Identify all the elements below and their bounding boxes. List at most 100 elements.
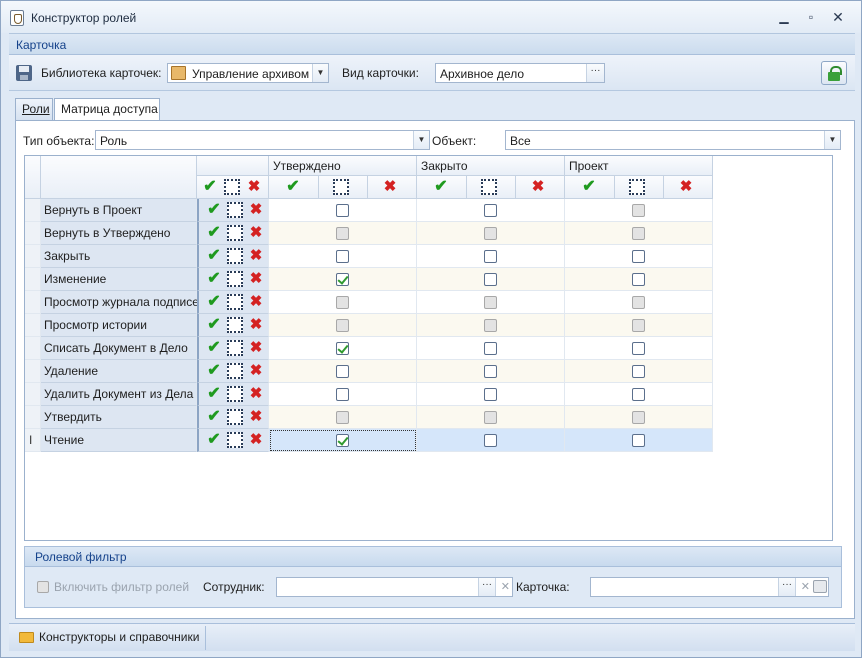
empty-square-icon[interactable]: [629, 179, 645, 195]
object-type-combo[interactable]: Роль ▼: [95, 130, 430, 150]
permission-checkbox[interactable]: [632, 273, 645, 286]
enable-filter-checkbox[interactable]: [37, 581, 49, 593]
permission-checkbox[interactable]: [336, 227, 349, 240]
cross-icon[interactable]: ✖: [247, 224, 265, 242]
clear-icon[interactable]: ✕: [501, 580, 510, 593]
open-card-icon[interactable]: [813, 580, 827, 593]
permission-checkbox[interactable]: [632, 319, 645, 332]
cross-icon[interactable]: ✖: [677, 178, 695, 196]
lock-button[interactable]: [821, 61, 847, 85]
permission-checkbox[interactable]: [484, 365, 497, 378]
permission-checkbox[interactable]: [484, 411, 497, 424]
empty-square-icon[interactable]: [227, 340, 243, 356]
tab-access-matrix[interactable]: Матрица доступа: [54, 98, 160, 121]
empty-square-icon[interactable]: [333, 179, 349, 195]
check-icon[interactable]: ✔: [201, 178, 219, 196]
permission-checkbox[interactable]: [632, 342, 645, 355]
row-name-cell[interactable]: Просмотр истории: [41, 314, 197, 337]
clear-icon[interactable]: ✕: [801, 580, 810, 593]
chevron-down-icon[interactable]: ▼: [413, 131, 429, 149]
cross-icon[interactable]: ✖: [247, 362, 265, 380]
permission-checkbox[interactable]: [336, 411, 349, 424]
permission-checkbox[interactable]: [632, 296, 645, 309]
row-name-cell[interactable]: Удалить Документ из Дела: [41, 383, 197, 406]
permission-checkbox[interactable]: [336, 250, 349, 263]
check-icon[interactable]: ✔: [205, 431, 223, 449]
empty-square-icon[interactable]: [227, 271, 243, 287]
cross-icon[interactable]: ✖: [247, 431, 265, 449]
permission-checkbox[interactable]: [336, 273, 349, 286]
cross-icon[interactable]: ✖: [247, 201, 265, 219]
permission-checkbox[interactable]: [632, 388, 645, 401]
empty-square-icon[interactable]: [227, 409, 243, 425]
check-icon[interactable]: ✔: [580, 178, 598, 196]
permission-checkbox[interactable]: [484, 250, 497, 263]
empty-square-icon[interactable]: [224, 179, 240, 195]
close-icon[interactable]: ✕: [827, 9, 849, 25]
permission-checkbox[interactable]: [336, 388, 349, 401]
permission-checkbox[interactable]: [336, 296, 349, 309]
cross-icon[interactable]: ✖: [247, 247, 265, 265]
empty-square-icon[interactable]: [227, 202, 243, 218]
maximize-icon[interactable]: ▫: [800, 9, 822, 25]
check-icon[interactable]: ✔: [205, 339, 223, 357]
save-icon[interactable]: [16, 65, 32, 81]
row-name-cell[interactable]: Списать Документ в Дело: [41, 337, 197, 360]
cross-icon[interactable]: ✖: [529, 178, 547, 196]
card-field[interactable]: ··· ✕: [590, 577, 829, 597]
empty-square-icon[interactable]: [481, 179, 497, 195]
empty-square-icon[interactable]: [227, 248, 243, 264]
permission-checkbox[interactable]: [336, 365, 349, 378]
check-icon[interactable]: ✔: [432, 178, 450, 196]
chevron-down-icon[interactable]: ▼: [312, 64, 328, 82]
permission-checkbox[interactable]: [484, 342, 497, 355]
row-name-cell[interactable]: Утвердить: [41, 406, 197, 429]
cross-icon[interactable]: ✖: [247, 270, 265, 288]
constructors-button[interactable]: Конструкторы и справочники: [13, 626, 207, 650]
cross-icon[interactable]: ✖: [247, 293, 265, 311]
cross-icon[interactable]: ✖: [247, 339, 265, 357]
permission-checkbox[interactable]: [632, 250, 645, 263]
permission-checkbox[interactable]: [336, 204, 349, 217]
row-name-cell[interactable]: Чтение: [41, 429, 197, 452]
row-name-cell[interactable]: Вернуть в Проект: [41, 199, 197, 222]
empty-square-icon[interactable]: [227, 386, 243, 402]
check-icon[interactable]: ✔: [205, 247, 223, 265]
object-combo[interactable]: Все ▼: [505, 130, 841, 150]
empty-square-icon[interactable]: [227, 432, 243, 448]
check-icon[interactable]: ✔: [205, 201, 223, 219]
browse-icon[interactable]: ···: [778, 578, 796, 596]
permission-checkbox[interactable]: [336, 434, 349, 447]
check-icon[interactable]: ✔: [205, 408, 223, 426]
permission-checkbox[interactable]: [632, 204, 645, 217]
cross-icon[interactable]: ✖: [247, 316, 265, 334]
check-icon[interactable]: ✔: [205, 293, 223, 311]
cross-icon[interactable]: ✖: [247, 408, 265, 426]
employee-field[interactable]: ··· ✕: [276, 577, 513, 597]
chevron-down-icon[interactable]: ▼: [824, 131, 840, 149]
cross-icon[interactable]: ✖: [245, 178, 263, 196]
check-icon[interactable]: ✔: [205, 270, 223, 288]
empty-square-icon[interactable]: [227, 225, 243, 241]
card-type-field[interactable]: Архивное дело ···: [435, 63, 605, 83]
empty-square-icon[interactable]: [227, 363, 243, 379]
cross-icon[interactable]: ✖: [247, 385, 265, 403]
permission-checkbox[interactable]: [632, 365, 645, 378]
library-combo[interactable]: Управление архивом ▼: [167, 63, 329, 83]
check-icon[interactable]: ✔: [205, 316, 223, 334]
permission-checkbox[interactable]: [632, 227, 645, 240]
minimize-icon[interactable]: ▁: [773, 9, 795, 25]
row-name-cell[interactable]: Вернуть в Утверждено: [41, 222, 197, 245]
permission-checkbox[interactable]: [336, 342, 349, 355]
row-name-cell[interactable]: Просмотр журнала подписей: [41, 291, 206, 314]
browse-icon[interactable]: ···: [478, 578, 496, 596]
permission-checkbox[interactable]: [632, 411, 645, 424]
permission-checkbox[interactable]: [484, 296, 497, 309]
browse-icon[interactable]: ···: [586, 64, 604, 82]
permission-checkbox[interactable]: [484, 273, 497, 286]
empty-square-icon[interactable]: [227, 317, 243, 333]
permission-checkbox[interactable]: [632, 434, 645, 447]
permission-checkbox[interactable]: [484, 434, 497, 447]
permission-checkbox[interactable]: [484, 319, 497, 332]
row-name-cell[interactable]: Удаление: [41, 360, 197, 383]
